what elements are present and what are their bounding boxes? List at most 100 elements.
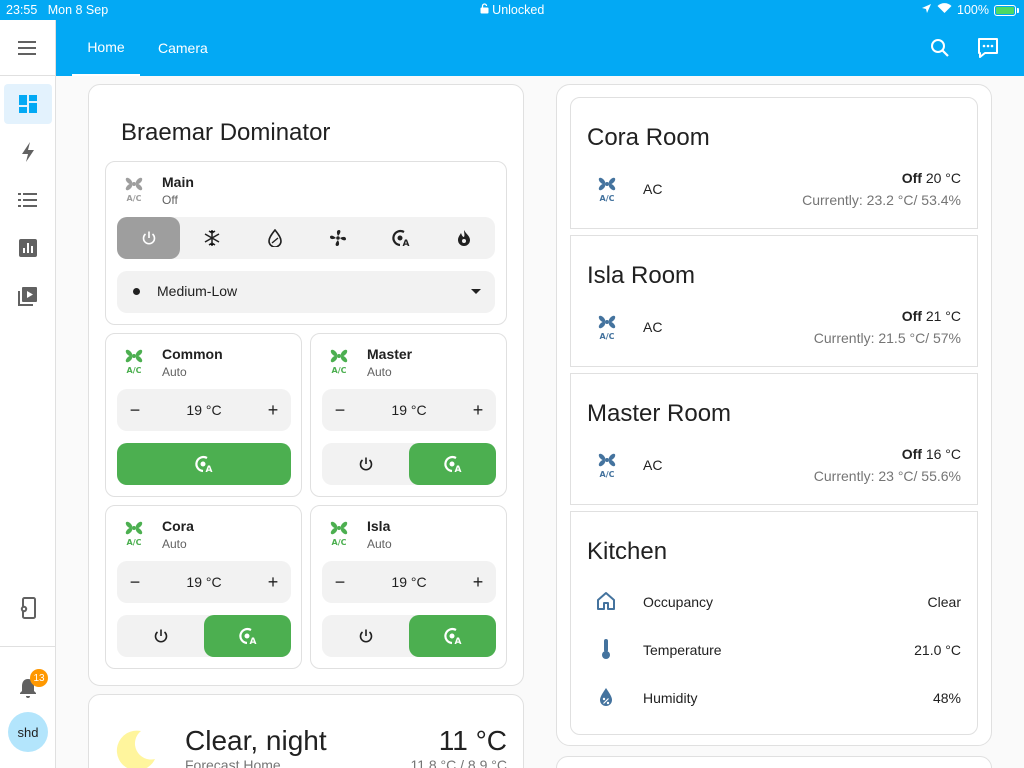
moon-icon	[111, 725, 159, 768]
temp-stepper: − 19 °C +	[322, 389, 496, 431]
decrease-temp-button[interactable]: −	[117, 389, 153, 431]
zone-card-isla: A/C Isla Auto − 19 °C + A	[310, 505, 507, 669]
temp-stepper: − 19 °C +	[322, 561, 496, 603]
sidebar-item-overview[interactable]	[4, 84, 52, 124]
ac-setpoint: 16 °C	[925, 446, 961, 462]
sidebar-item-energy[interactable]	[4, 132, 52, 172]
ac-setpoint: 20 °C	[925, 170, 961, 186]
decrease-temp-button[interactable]: −	[322, 389, 358, 431]
increase-temp-button[interactable]: +	[460, 389, 496, 431]
power-icon	[154, 629, 167, 643]
zone-name: Master	[367, 346, 413, 362]
mode-off-button[interactable]	[117, 217, 180, 259]
menu-button[interactable]	[0, 20, 56, 76]
humidity-icon	[595, 686, 619, 710]
lock-icon	[480, 3, 492, 17]
air-conditioner-icon: A/C	[122, 520, 146, 547]
ac-setpoint: 21 °C	[925, 308, 961, 324]
lock-status: Unlocked	[492, 3, 545, 17]
sidebar-item-media[interactable]	[4, 276, 52, 316]
target-temp: 19 °C	[391, 574, 427, 590]
hvac-mode-bar: A	[117, 217, 495, 259]
air-conditioner-icon: A/C	[327, 520, 351, 547]
svg-text:A: A	[454, 465, 461, 473]
assist-button[interactable]	[976, 36, 1000, 60]
temp-stepper: − 19 °C +	[117, 389, 291, 431]
ac-entity-label[interactable]: AC	[643, 457, 662, 473]
zone-off-button[interactable]	[322, 615, 409, 657]
room-card-isla: Isla Room A/C AC Off 21 °C Currently: 21…	[570, 235, 978, 367]
weather-card[interactable]: Clear, night Forecast Home 11 °C 11.8 °C…	[88, 694, 524, 768]
room-title: Kitchen	[587, 538, 668, 565]
tab-camera[interactable]: Camera	[158, 20, 208, 76]
zone-auto-button[interactable]: A	[117, 443, 291, 485]
zone-name: Common	[162, 346, 223, 362]
zone-auto-button[interactable]: A	[409, 615, 496, 657]
svg-text:A/C: A/C	[600, 332, 615, 340]
power-icon	[142, 231, 155, 245]
ac-name: Main	[162, 174, 194, 190]
mode-heat-button[interactable]	[432, 217, 495, 259]
ac-state: Off	[162, 193, 178, 207]
zone-off-button[interactable]	[322, 443, 409, 485]
hamburger-icon	[18, 40, 36, 55]
dry-icon	[267, 229, 282, 247]
fan-mode-value: Medium-Low	[157, 283, 238, 299]
svg-text:A/C: A/C	[600, 470, 615, 478]
sidebar-item-history[interactable]	[4, 228, 52, 268]
next-card	[556, 756, 992, 768]
auto-icon: A	[238, 627, 256, 645]
tab-home[interactable]: Home	[72, 20, 140, 76]
fan-mode-select[interactable]: Medium-Low	[117, 271, 495, 313]
decrease-temp-button[interactable]: −	[322, 561, 358, 603]
air-conditioner-icon: A/C	[122, 348, 146, 375]
user-avatar[interactable]: shd	[8, 712, 48, 752]
weather-temp: 11 °C	[438, 725, 507, 756]
humidity-value: 48%	[932, 690, 961, 706]
media-icon	[18, 287, 37, 306]
mode-auto-button[interactable]: A	[369, 217, 432, 259]
sidebar-item-developer[interactable]	[4, 588, 52, 628]
ac-entity-label[interactable]: AC	[643, 181, 662, 197]
increase-temp-button[interactable]: +	[255, 561, 291, 603]
home-icon	[595, 590, 619, 614]
target-temp: 19 °C	[186, 402, 222, 418]
mode-dry-button[interactable]	[243, 217, 306, 259]
developer-icon	[20, 597, 36, 619]
increase-temp-button[interactable]: +	[460, 561, 496, 603]
temperature-label[interactable]: Temperature	[643, 642, 722, 658]
room-title: Master Room	[587, 400, 732, 427]
list-icon	[18, 193, 37, 207]
dashboard-icon	[19, 95, 37, 113]
decrease-temp-button[interactable]: −	[117, 561, 153, 603]
history-icon	[19, 239, 37, 257]
ac-state: Off	[901, 170, 922, 186]
ac-entity-label[interactable]: AC	[643, 319, 662, 335]
zone-auto-button[interactable]: A	[204, 615, 291, 657]
zone-mode-bar: A	[322, 615, 496, 657]
occupancy-label[interactable]: Occupancy	[643, 594, 713, 610]
humidity-label[interactable]: Humidity	[643, 690, 697, 706]
card-title: Braemar Dominator	[121, 119, 331, 146]
battery-percent: 100%	[957, 3, 989, 17]
zone-name: Cora	[162, 518, 194, 534]
ac-current: Currently: 23.2 °C/ 53.4%	[802, 192, 961, 208]
search-icon	[931, 39, 949, 57]
power-icon	[359, 629, 372, 643]
weather-range: 11.8 °C / 8.9 °C	[410, 757, 507, 768]
increase-temp-button[interactable]: +	[255, 389, 291, 431]
mode-cool-button[interactable]	[180, 217, 243, 259]
zone-state: Auto	[162, 365, 187, 379]
svg-text:A/C: A/C	[332, 538, 347, 546]
battery-icon	[994, 4, 1019, 16]
mode-fan-button[interactable]	[306, 217, 369, 259]
svg-text:A: A	[402, 239, 409, 247]
ac-current: Currently: 21.5 °C/ 57%	[813, 330, 961, 346]
zone-auto-button[interactable]: A	[409, 443, 496, 485]
auto-icon: A	[443, 455, 461, 473]
search-button[interactable]	[928, 36, 952, 60]
svg-text:A: A	[249, 637, 256, 645]
sidebar-item-logbook[interactable]	[4, 180, 52, 220]
zone-off-button[interactable]	[117, 615, 204, 657]
chevron-down-icon	[471, 289, 481, 294]
